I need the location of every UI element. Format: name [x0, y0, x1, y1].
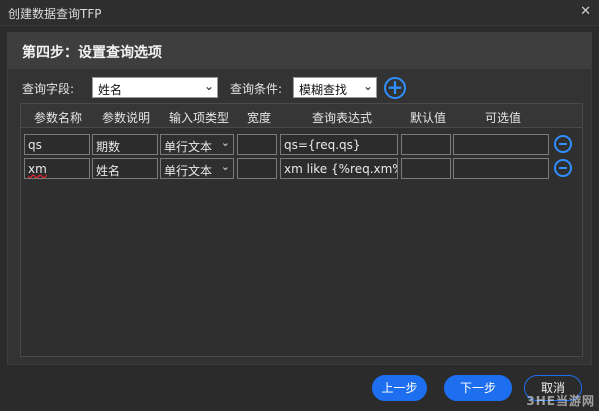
- width-input[interactable]: [237, 134, 277, 155]
- col-options: 可选值: [484, 111, 521, 125]
- prev-button[interactable]: 上一步: [372, 375, 427, 401]
- param-desc-input[interactable]: 姓名: [92, 158, 158, 179]
- width-input[interactable]: [237, 158, 277, 179]
- query-condition-label: 查询条件:: [230, 82, 283, 96]
- chevron-down-icon: ⌄: [220, 136, 230, 149]
- col-param-desc: 参数说明: [101, 111, 150, 125]
- footer-bar: 上一步 下一步 取消: [0, 366, 599, 411]
- default-input[interactable]: [401, 158, 451, 179]
- next-button[interactable]: 下一步: [444, 375, 512, 401]
- query-expr-input[interactable]: xm like {%req.xm%}: [280, 158, 398, 179]
- query-field-value: 姓名: [98, 83, 123, 97]
- col-param-name: 参数名称: [33, 111, 82, 125]
- options-input[interactable]: [453, 158, 549, 179]
- col-input-type: 输入项类型: [168, 111, 229, 125]
- params-table: 参数名称 参数说明 输入项类型 宽度 查询表达式 默认值 可选值 qs 期数 单…: [20, 103, 583, 357]
- content-panel: 第四步：设置查询选项 查询字段: 姓名 ⌄ 查询条件: 模糊查找 ⌄ + 参数名…: [7, 32, 592, 365]
- col-width: 宽度: [246, 111, 271, 125]
- table-row: qs 期数 单行文本 ⌄ qs={req.qs}: [21, 134, 582, 156]
- table-header: 参数名称 参数说明 输入项类型 宽度 查询表达式 默认值 可选值: [21, 104, 582, 128]
- chevron-down-icon: ⌄: [203, 79, 214, 93]
- step-title: 第四步：设置查询选项: [22, 45, 162, 61]
- remove-row-icon[interactable]: [554, 159, 572, 177]
- default-input[interactable]: [401, 134, 451, 155]
- options-input[interactable]: [453, 134, 549, 155]
- filter-bar: 查询字段: 姓名 ⌄ 查询条件: 模糊查找 ⌄ +: [22, 77, 582, 99]
- step-header: 第四步：设置查询选项: [8, 33, 591, 69]
- query-condition-select[interactable]: 模糊查找 ⌄: [293, 77, 377, 98]
- close-icon[interactable]: ✕: [580, 4, 591, 19]
- query-field-label: 查询字段:: [22, 82, 75, 96]
- table-row: xm 姓名 单行文本 ⌄ xm like {%req.xm%}: [21, 158, 582, 180]
- remove-row-icon[interactable]: [554, 135, 572, 153]
- window-title: 创建数据查询TFP: [8, 7, 102, 21]
- query-expr-input[interactable]: qs={req.qs}: [280, 134, 398, 155]
- param-name-input[interactable]: qs: [24, 134, 90, 155]
- col-query-expr: 查询表达式: [311, 111, 372, 125]
- title-bar: 创建数据查询TFP ✕: [0, 0, 599, 26]
- param-name-value: xm: [28, 162, 47, 176]
- chevron-down-icon: ⌄: [362, 79, 373, 93]
- param-name-input[interactable]: xm: [24, 158, 90, 179]
- input-type-select[interactable]: 单行文本 ⌄: [160, 134, 234, 155]
- query-condition-value: 模糊查找: [299, 83, 348, 97]
- chevron-down-icon: ⌄: [220, 160, 230, 173]
- col-default: 默认值: [409, 111, 446, 125]
- input-type-select[interactable]: 单行文本 ⌄: [160, 158, 234, 179]
- query-field-select[interactable]: 姓名 ⌄: [92, 77, 218, 98]
- add-icon[interactable]: +: [384, 77, 406, 99]
- param-desc-input[interactable]: 期数: [92, 134, 158, 155]
- input-type-value: 单行文本: [164, 164, 213, 178]
- watermark-logo: 3HE当游网: [526, 394, 595, 408]
- input-type-value: 单行文本: [164, 140, 213, 154]
